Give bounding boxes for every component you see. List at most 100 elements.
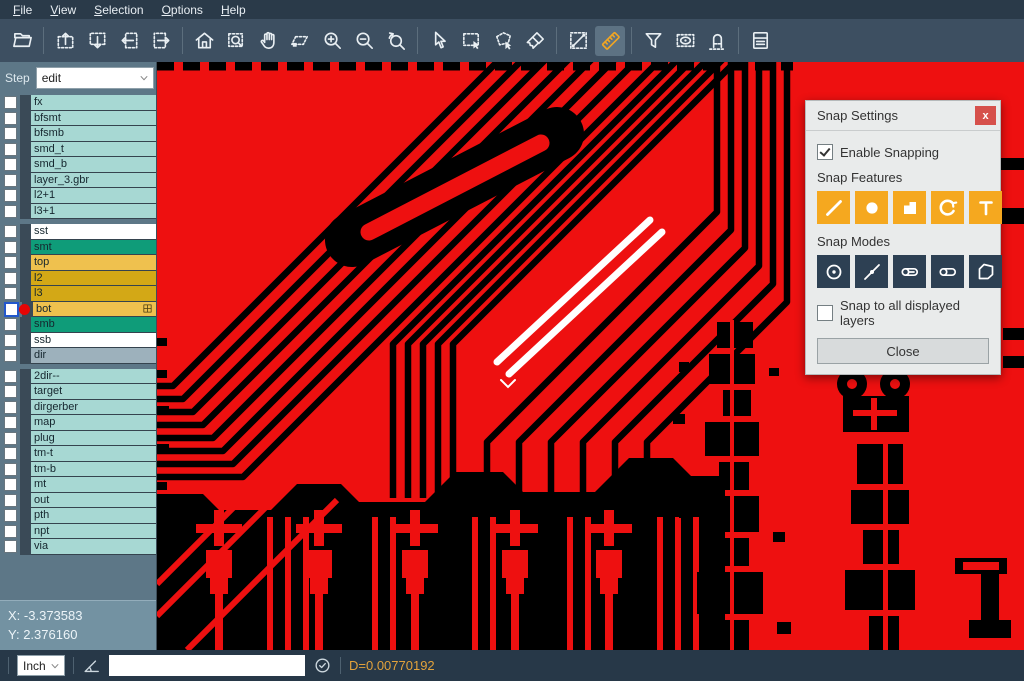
layer-name[interactable]: layer_3.gbr <box>31 173 156 189</box>
zoom-previous-button[interactable] <box>381 26 411 56</box>
snap-slot-button[interactable] <box>931 255 964 288</box>
layer-name[interactable]: sst <box>31 224 156 240</box>
snap-all-layers-row[interactable]: Snap to all displayed layers <box>817 298 989 328</box>
pan-left-button[interactable] <box>114 26 144 56</box>
snap-line-button[interactable] <box>817 191 850 224</box>
layer-visibility-checkbox[interactable] <box>4 174 17 187</box>
layer-name[interactable]: l3 <box>31 286 156 302</box>
step-select[interactable]: edit <box>36 67 154 89</box>
layer-visibility-checkbox[interactable] <box>4 334 17 347</box>
snap-center-button[interactable] <box>817 255 850 288</box>
menu-item-view[interactable]: View <box>41 2 85 18</box>
layer-name[interactable]: ssb <box>31 333 156 349</box>
zoom-window-button[interactable] <box>221 26 251 56</box>
layer-name[interactable]: bfsmb <box>31 126 156 142</box>
layer-name[interactable]: via <box>31 539 156 555</box>
layer-visibility-checkbox[interactable] <box>4 401 17 414</box>
snap-contour-button[interactable] <box>969 255 1002 288</box>
measure-input[interactable] <box>109 655 305 676</box>
menu-item-options[interactable]: Options <box>153 2 212 18</box>
select-window-button[interactable] <box>456 26 486 56</box>
layer-name[interactable]: l3+1 <box>31 204 156 220</box>
layer-name[interactable]: npt <box>31 524 156 540</box>
snap-button[interactable] <box>702 26 732 56</box>
layer-visibility-checkbox[interactable] <box>4 127 17 140</box>
grid-icon[interactable] <box>142 303 153 314</box>
apply-icon[interactable] <box>313 656 332 675</box>
layer-visibility-checkbox[interactable] <box>4 256 17 269</box>
layer-visibility-checkbox[interactable] <box>4 478 17 491</box>
snap-midpoint-button[interactable] <box>855 255 888 288</box>
select-polygon-button[interactable] <box>488 26 518 56</box>
layer-name[interactable]: 2dir-- <box>31 369 156 385</box>
open-file-button[interactable] <box>7 26 37 56</box>
layer-name[interactable]: smb <box>31 317 156 333</box>
layer-visibility-checkbox[interactable] <box>4 241 17 254</box>
layer-visibility-checkbox[interactable] <box>4 272 17 285</box>
layer-name[interactable]: out <box>31 493 156 509</box>
layer-visibility-checkbox[interactable] <box>4 112 17 125</box>
layer-visibility-checkbox[interactable] <box>4 225 17 238</box>
menu-item-selection[interactable]: Selection <box>85 2 152 18</box>
layer-visibility-checkbox[interactable] <box>4 432 17 445</box>
report-button[interactable] <box>745 26 775 56</box>
layer-visibility-checkbox[interactable] <box>4 370 17 383</box>
layer-name[interactable]: dir <box>31 348 156 364</box>
unit-select[interactable]: Inch <box>17 655 65 676</box>
layer-visibility-checkbox[interactable] <box>4 540 17 553</box>
layer-name[interactable]: tm-t <box>31 446 156 462</box>
measure-button[interactable] <box>563 26 593 56</box>
highlight-brush-button[interactable] <box>520 26 550 56</box>
layer-name[interactable]: pth <box>31 508 156 524</box>
layer-visibility-checkbox[interactable] <box>4 447 17 460</box>
layer-name[interactable]: top <box>31 255 156 271</box>
zoom-home-button[interactable] <box>189 26 219 56</box>
toggle-visibility-button[interactable] <box>670 26 700 56</box>
layer-name[interactable]: dirgerber <box>31 400 156 416</box>
layer-visibility-checkbox[interactable] <box>4 463 17 476</box>
dialog-title-bar[interactable]: Snap Settings x <box>806 101 1000 131</box>
layer-visibility-checkbox[interactable] <box>4 302 19 317</box>
snap-text-button[interactable] <box>969 191 1002 224</box>
zoom-selection-button[interactable] <box>285 26 315 56</box>
layer-visibility-checkbox[interactable] <box>4 525 17 538</box>
menu-item-help[interactable]: Help <box>212 2 255 18</box>
layer-name[interactable]: smd_b <box>31 157 156 173</box>
layer-name[interactable]: fx <box>31 95 156 111</box>
snap-all-layers-checkbox[interactable] <box>817 305 833 321</box>
snap-circle-button[interactable] <box>855 191 888 224</box>
layer-visibility-checkbox[interactable] <box>4 96 17 109</box>
layer-visibility-checkbox[interactable] <box>4 349 17 362</box>
layer-name[interactable]: smt <box>31 240 156 256</box>
layer-name[interactable]: bfsmt <box>31 111 156 127</box>
layer-name[interactable]: mt <box>31 477 156 493</box>
pan-right-button[interactable] <box>146 26 176 56</box>
snap-pad-button[interactable] <box>893 191 926 224</box>
layer-name[interactable]: map <box>31 415 156 431</box>
layer-visibility-checkbox[interactable] <box>4 318 17 331</box>
layer-name[interactable]: l2+1 <box>31 188 156 204</box>
menu-item-file[interactable]: File <box>4 2 41 18</box>
layer-visibility-checkbox[interactable] <box>4 205 17 218</box>
layer-visibility-checkbox[interactable] <box>4 494 17 507</box>
select-button[interactable] <box>424 26 454 56</box>
layer-name[interactable]: plug <box>31 431 156 447</box>
layer-name[interactable]: tm-b <box>31 462 156 478</box>
enable-snapping-row[interactable]: Enable Snapping <box>817 144 989 160</box>
layer-visibility-checkbox[interactable] <box>4 385 17 398</box>
layer-name[interactable]: bot <box>33 302 156 318</box>
layer-visibility-checkbox[interactable] <box>4 158 17 171</box>
layer-visibility-checkbox[interactable] <box>4 287 17 300</box>
filter-button[interactable] <box>638 26 668 56</box>
pan-up-button[interactable] <box>50 26 80 56</box>
close-icon[interactable]: x <box>975 106 996 125</box>
pan-down-button[interactable] <box>82 26 112 56</box>
zoom-in-button[interactable] <box>317 26 347 56</box>
layer-name[interactable]: target <box>31 384 156 400</box>
layer-visibility-checkbox[interactable] <box>4 189 17 202</box>
layer-visibility-checkbox[interactable] <box>4 509 17 522</box>
snap-arc-button[interactable] <box>931 191 964 224</box>
layer-visibility-checkbox[interactable] <box>4 416 17 429</box>
ruler-button[interactable] <box>595 26 625 56</box>
enable-snapping-checkbox[interactable] <box>817 144 833 160</box>
